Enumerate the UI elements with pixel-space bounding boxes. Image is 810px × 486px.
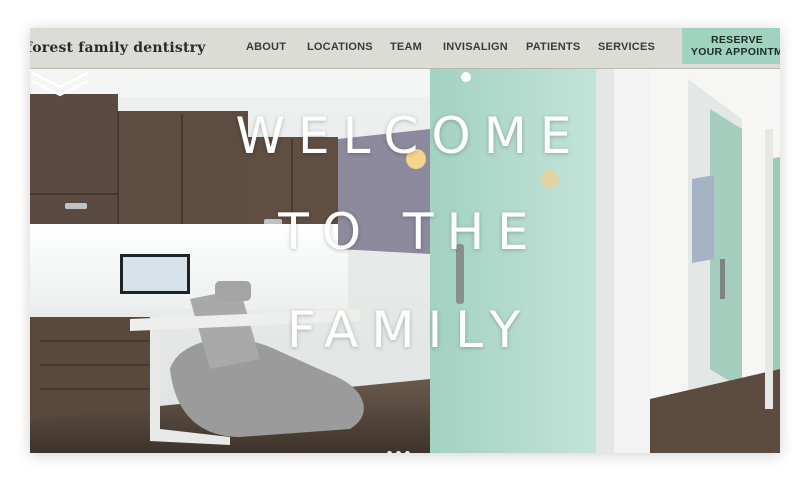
slide-indicator-dots (387, 443, 414, 453)
reserve-line-2: YOUR APPOINTM (690, 46, 780, 58)
slide-dot[interactable] (396, 451, 401, 453)
slide-dot[interactable] (387, 451, 392, 453)
site-header: forest family dentistry ABOUT LOCATIONS … (30, 28, 780, 69)
nav-team[interactable]: TEAM (390, 41, 422, 53)
hero-banner: WELCOME TO THE FAMILY (30, 69, 780, 453)
nav-patients[interactable]: PATIENTS (526, 41, 580, 53)
nav-about[interactable]: ABOUT (246, 41, 286, 53)
site-logo[interactable]: forest family dentistry (30, 40, 206, 56)
reserve-line-1: RESERVE (710, 34, 764, 46)
slide-dot[interactable] (405, 451, 410, 453)
hero-line-family: FAMILY (286, 301, 534, 359)
nav-locations[interactable]: LOCATIONS (307, 41, 373, 53)
nav-invisalign[interactable]: INVISALIGN (443, 41, 508, 53)
scroll-down-chevron-icon[interactable] (30, 69, 90, 97)
hero-line-to-the: TO THE (278, 203, 542, 261)
reserve-appointment-button[interactable]: RESERVE YOUR APPOINTM (682, 28, 780, 64)
browser-frame: forest family dentistry ABOUT LOCATIONS … (30, 28, 780, 453)
nav-services[interactable]: SERVICES (598, 41, 655, 53)
hero-line-welcome: WELCOME (235, 107, 585, 165)
